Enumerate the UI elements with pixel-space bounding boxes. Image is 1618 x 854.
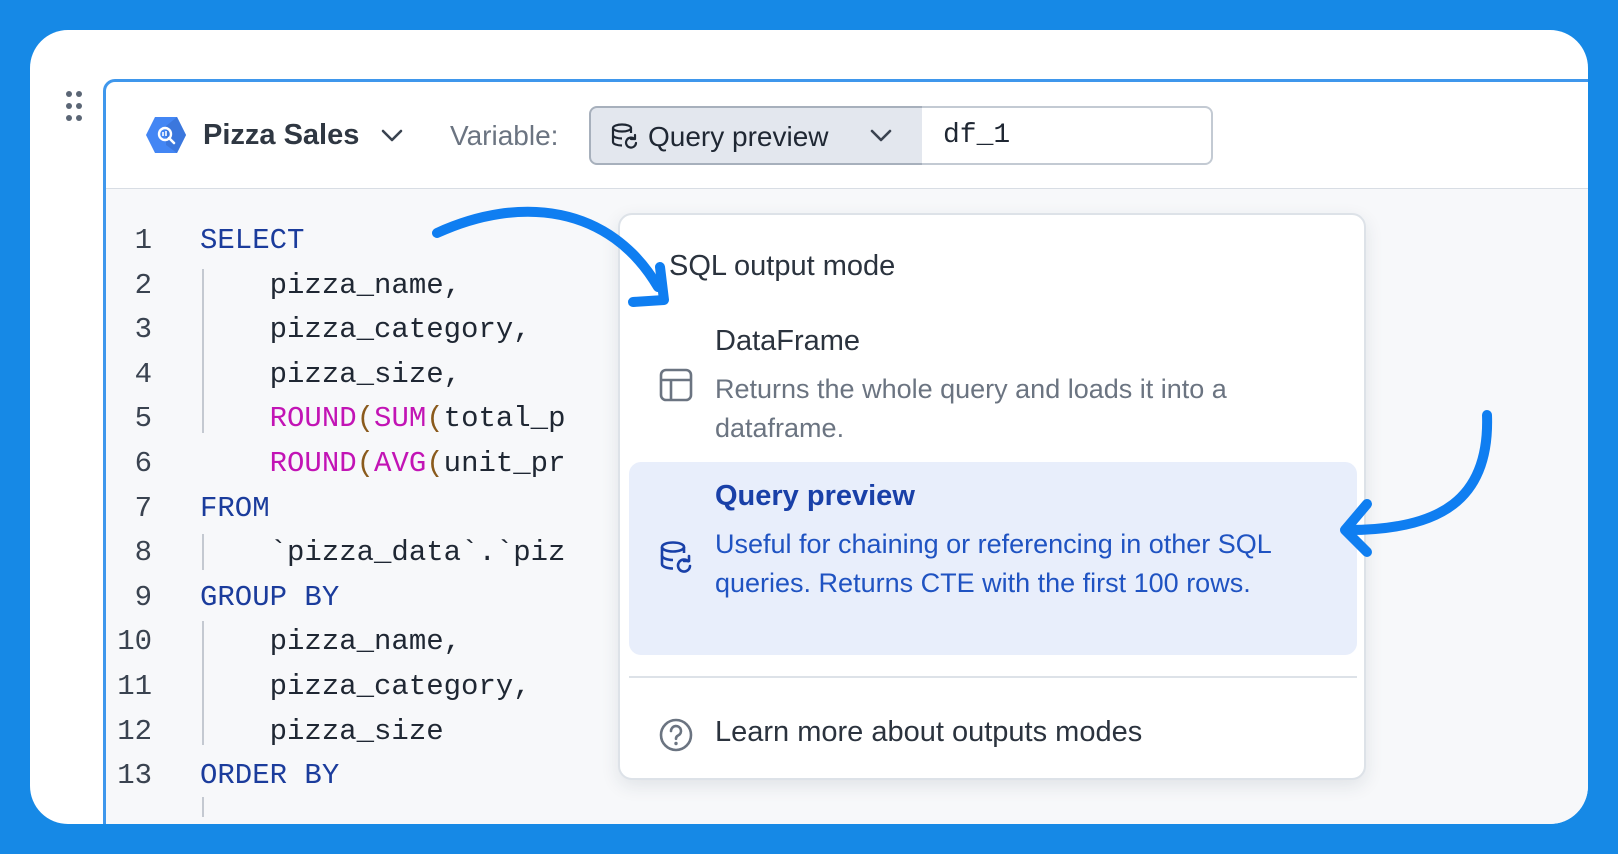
code-text: SELECT (200, 224, 305, 257)
chevron-down-icon[interactable] (379, 124, 405, 146)
line-number: 10 (117, 625, 152, 659)
line-number: 4 (134, 357, 152, 391)
code-text: pizza_category, (200, 670, 531, 703)
line-number: 12 (117, 714, 152, 748)
data-source-name[interactable]: Pizza Sales (203, 119, 359, 152)
line-number: 8 (134, 536, 152, 570)
bigquery-icon (146, 117, 186, 153)
code-text: ORDER BY (200, 759, 340, 793)
line-number: 6 (134, 447, 152, 480)
code-text: pizza_name, (200, 268, 462, 302)
code-text: pizza_name, (200, 625, 462, 659)
code-text: pizza_category, (200, 313, 531, 347)
line-number: 7 (134, 491, 152, 525)
code-text: ROUND(SUM(total_p (269, 402, 566, 436)
code-text: ROUND(AVG(unit_pr (269, 447, 566, 480)
variable-label: Variable: (450, 120, 559, 151)
code-text: GROUP BY (200, 580, 340, 614)
menu-heading: SQL output mode (669, 250, 896, 282)
option-query-preview[interactable]: Query preview Useful for chaining or ref… (629, 462, 1357, 655)
output-mode-value: Query preview (648, 121, 829, 152)
variable-name-input[interactable]: df_1 (922, 106, 1213, 165)
learn-more-link[interactable]: Learn more about outputs modes (629, 695, 1357, 765)
option-dataframe[interactable]: DataFrame Returns the whole query and lo… (629, 315, 1357, 455)
cell-header: Pizza Sales Variable: Query preview df_1 (106, 82, 1588, 189)
output-mode-select[interactable]: Query preview (589, 106, 924, 165)
line-number: 3 (134, 313, 152, 347)
menu-divider (629, 676, 1357, 678)
line-number: 13 (117, 759, 152, 793)
option-title: DataFrame (715, 325, 861, 357)
chevron-down-icon (870, 129, 892, 142)
line-number: 9 (134, 580, 152, 614)
line-number: 11 (117, 670, 152, 703)
database-refresh-icon (611, 123, 638, 149)
database-refresh-icon (660, 541, 692, 573)
option-title: Query preview (715, 480, 915, 512)
line-number: 2 (134, 268, 152, 302)
screenshot-card: Pizza Sales Variable: Query preview df_1… (30, 30, 1588, 824)
drag-handle-icon[interactable] (66, 91, 82, 123)
learn-more-label: Learn more about outputs modes (715, 716, 1143, 748)
code-text: pizza_size (200, 714, 444, 748)
line-number: 1 (134, 224, 152, 257)
option-description: Returns the whole query and loads it int… (715, 374, 1227, 443)
code-text: FROM (200, 491, 270, 525)
line-number: 5 (134, 402, 152, 436)
code-text: `pizza_data`.`piz (200, 536, 566, 570)
output-mode-menu: SQL output mode DataFrame Returns the wh… (618, 213, 1366, 780)
option-description: Useful for chaining or referencing in ot… (715, 529, 1271, 598)
table-icon (659, 368, 693, 402)
code-text: pizza_size, (200, 357, 462, 391)
help-circle-icon (659, 718, 693, 752)
